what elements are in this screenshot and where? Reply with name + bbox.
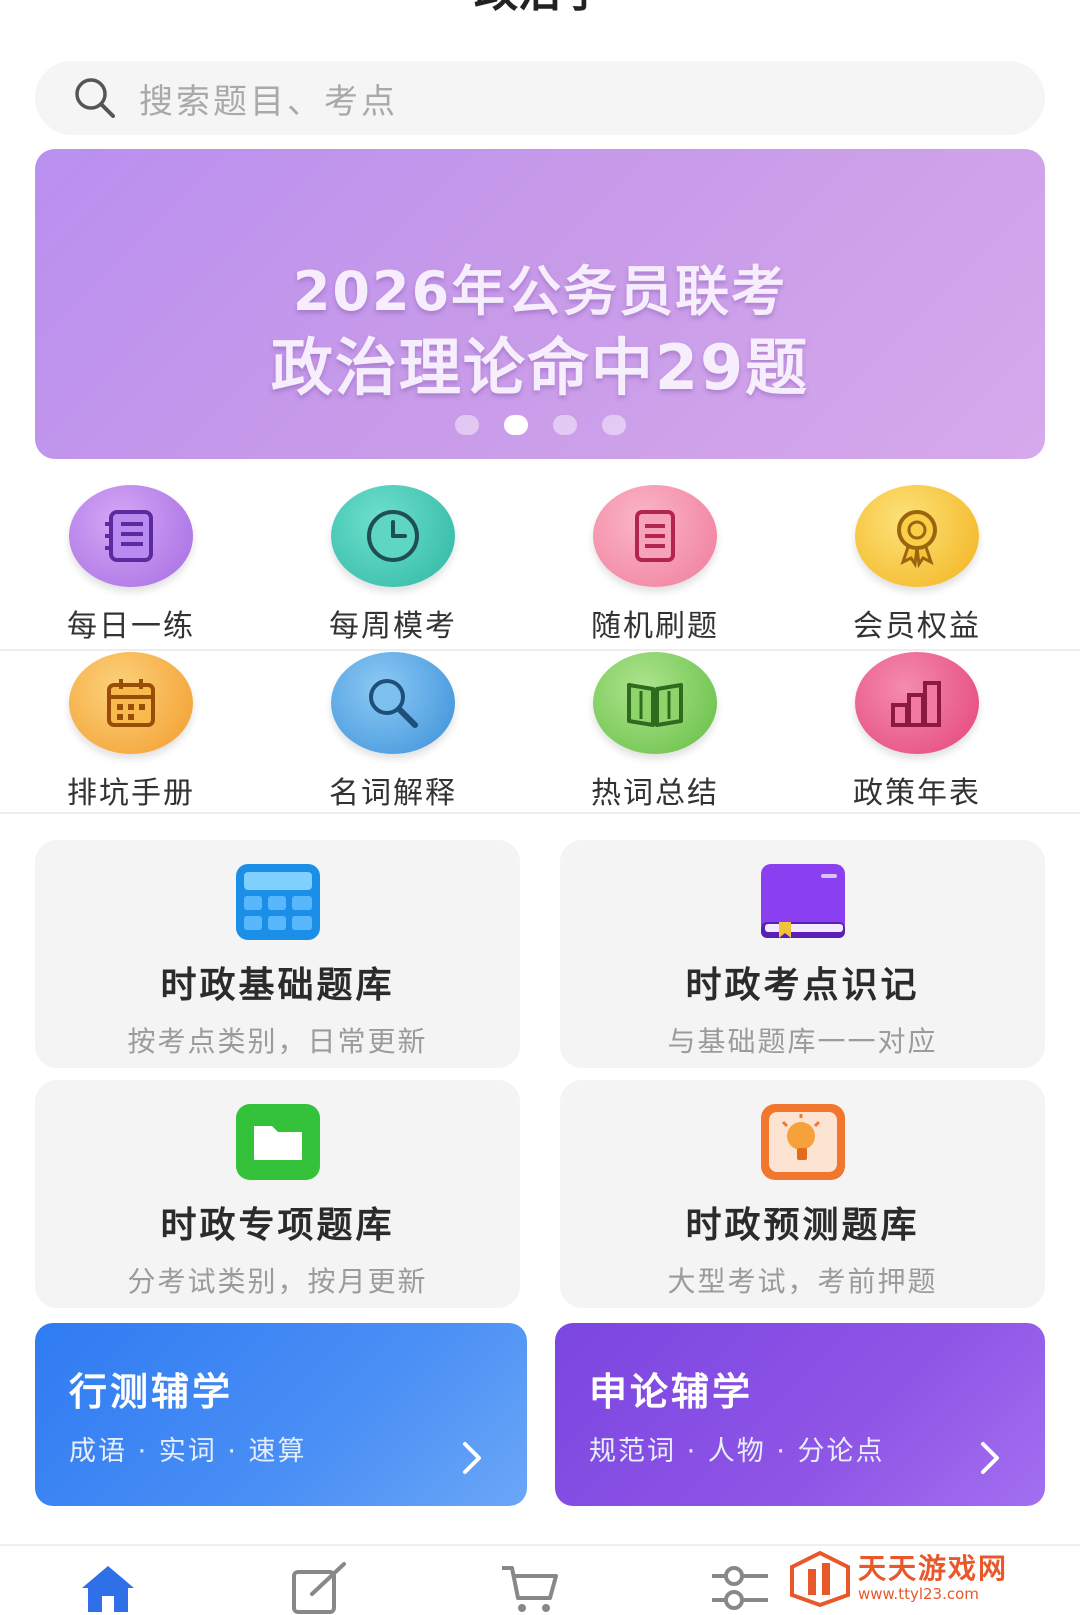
bar-chart-icon bbox=[891, 681, 941, 727]
feature-weekly-mock[interactable]: 每周模考 bbox=[262, 485, 524, 649]
card-key-points-memorize[interactable]: 时政考点识记 与基础题库一一对应 bbox=[560, 840, 1045, 1068]
cart-icon[interactable] bbox=[500, 1562, 560, 1614]
feature-label: 热词总结 bbox=[591, 776, 719, 811]
feature-policy-timeline[interactable]: 政策年表 bbox=[786, 652, 1048, 812]
feature-hot-words[interactable]: 热词总结 bbox=[524, 652, 786, 812]
carousel-dot[interactable] bbox=[601, 415, 626, 435]
home-icon[interactable] bbox=[78, 1562, 138, 1614]
promo-title: 行测辅学 bbox=[69, 1370, 234, 1414]
calculator-icon bbox=[235, 864, 320, 940]
page-title: 政治学 bbox=[0, 0, 1080, 20]
feature-term-explanation[interactable]: 名词解释 bbox=[262, 652, 524, 812]
feature-member-benefits[interactable]: 会员权益 bbox=[786, 485, 1048, 649]
document-icon bbox=[635, 510, 675, 562]
feature-grid-row-2: 排坑手册 名词解释 热词总结 政策年表 bbox=[0, 652, 1080, 814]
chevron-right-icon bbox=[981, 1442, 999, 1474]
watermark-logo-icon bbox=[790, 1550, 850, 1607]
feature-pitfall-handbook[interactable]: 排坑手册 bbox=[0, 652, 262, 812]
card-title: 时政基础题库 bbox=[160, 965, 395, 1006]
search-bar[interactable]: 搜索题目、考点 bbox=[35, 61, 1045, 135]
watermark: 天天游戏网 www.ttyl23.com bbox=[790, 1544, 1040, 1613]
card-subtitle: 大型考试，考前押题 bbox=[667, 1265, 938, 1298]
calendar-icon bbox=[107, 679, 155, 727]
carousel-dot[interactable] bbox=[552, 415, 577, 435]
card-basic-question-bank[interactable]: 时政基础题库 按考点类别，日常更新 bbox=[35, 840, 520, 1068]
search-input[interactable]: 搜索题目、考点 bbox=[139, 74, 398, 123]
promo-subtitle: 成语 · 实词 · 速算 bbox=[69, 1436, 307, 1467]
card-special-question-bank[interactable]: 时政专项题库 分考试类别，按月更新 bbox=[35, 1080, 520, 1308]
feature-label: 每周模考 bbox=[329, 609, 457, 644]
medal-icon bbox=[897, 510, 937, 568]
feature-label: 政策年表 bbox=[853, 776, 981, 811]
banner-subheadline: 政治理论命中29题 bbox=[270, 331, 810, 404]
carousel-dot[interactable] bbox=[454, 415, 479, 435]
carousel-dot-active[interactable] bbox=[503, 415, 528, 435]
card-title: 时政考点识记 bbox=[685, 965, 920, 1006]
feature-label: 会员权益 bbox=[853, 609, 981, 644]
magnifier-icon bbox=[369, 679, 418, 728]
promo-title: 申论辅学 bbox=[589, 1370, 754, 1414]
chevron-right-icon bbox=[463, 1442, 481, 1474]
feature-label: 随机刷题 bbox=[591, 609, 719, 644]
feature-grid-row-1: 每日一练 每周模考 随机刷题 会员权益 bbox=[0, 485, 1080, 651]
folder-icon bbox=[235, 1104, 320, 1180]
card-subtitle: 与基础题库一一对应 bbox=[667, 1025, 938, 1058]
watermark-url: www.ttyl23.com bbox=[858, 1585, 979, 1603]
promo-banner[interactable]: 2026年公务员联考 政治理论命中29题 bbox=[35, 149, 1045, 459]
feature-label: 名词解释 bbox=[329, 776, 457, 811]
shenlun-study-button[interactable]: 申论辅学 规范词 · 人物 · 分论点 bbox=[555, 1323, 1045, 1506]
card-title: 时政专项题库 bbox=[160, 1205, 395, 1246]
card-prediction-question-bank[interactable]: 时政预测题库 大型考试，考前押题 bbox=[560, 1080, 1045, 1308]
carousel-indicator bbox=[35, 415, 1045, 435]
promo-subtitle: 规范词 · 人物 · 分论点 bbox=[589, 1436, 885, 1467]
feature-random-practice[interactable]: 随机刷题 bbox=[524, 485, 786, 649]
book-icon bbox=[760, 864, 845, 938]
card-title: 时政预测题库 bbox=[685, 1205, 920, 1246]
xingce-study-button[interactable]: 行测辅学 成语 · 实词 · 速算 bbox=[35, 1323, 527, 1506]
watermark-name: 天天游戏网 bbox=[858, 1552, 1009, 1585]
clock-icon bbox=[367, 510, 419, 562]
settings-sliders-icon[interactable] bbox=[710, 1562, 770, 1614]
lightbulb-icon bbox=[760, 1104, 845, 1180]
open-book-icon bbox=[627, 683, 683, 727]
edit-icon[interactable] bbox=[290, 1562, 350, 1614]
feature-daily-practice[interactable]: 每日一练 bbox=[0, 485, 262, 649]
search-icon bbox=[75, 78, 115, 118]
feature-label: 每日一练 bbox=[67, 609, 195, 644]
banner-headline: 2026年公务员联考 bbox=[292, 260, 788, 323]
card-subtitle: 分考试类别，按月更新 bbox=[127, 1265, 428, 1298]
card-subtitle: 按考点类别，日常更新 bbox=[127, 1025, 428, 1058]
notebook-icon bbox=[105, 510, 153, 562]
feature-label: 排坑手册 bbox=[67, 776, 195, 811]
